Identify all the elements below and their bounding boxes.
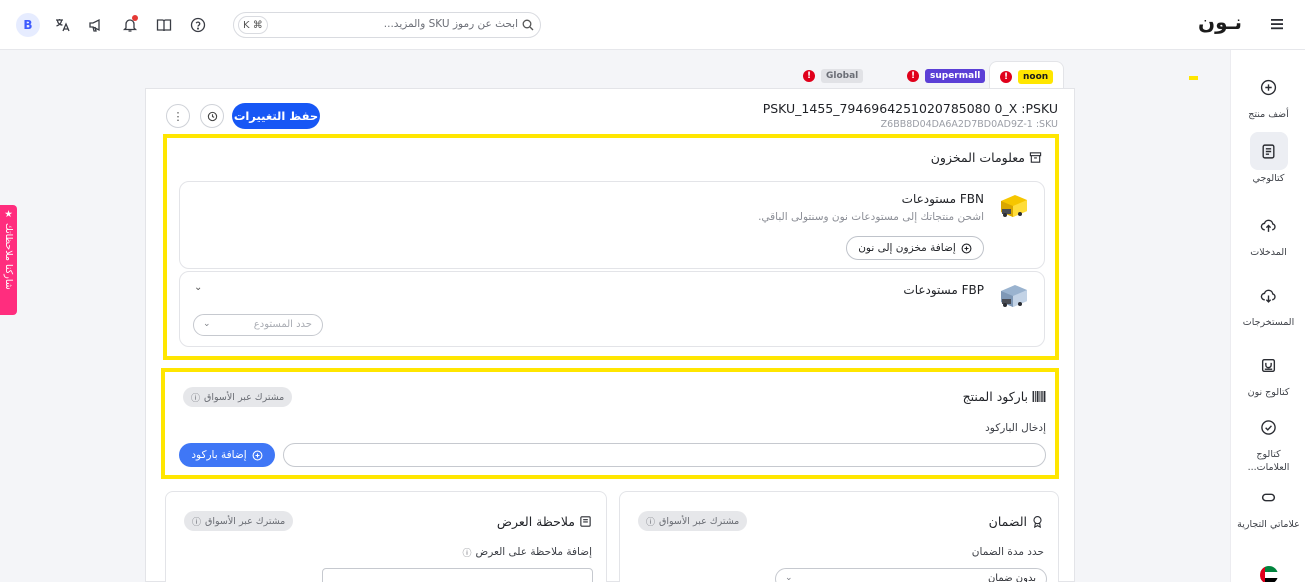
top-bar: B K ⌘ ابحث عن رموز SKU والمزيد... نـون xyxy=(0,0,1305,50)
uae-flag[interactable] xyxy=(1231,556,1305,582)
marketplace-tabs: ! Global ! supermall ! noon xyxy=(145,52,1075,91)
search-placeholder: ابحث عن رموز SKU والمزيد... xyxy=(383,18,518,30)
sidebar-item-add-product[interactable]: أضف منتج xyxy=(1231,68,1305,121)
barcode-input-label: إدخال الباركود xyxy=(985,422,1046,434)
tag-icon xyxy=(1261,493,1276,501)
uae-flag-icon xyxy=(1259,566,1278,582)
add-barcode-button[interactable]: إضافة باركود xyxy=(179,443,275,467)
chevron-down-icon: ⌄ xyxy=(785,573,793,582)
info-icon: ⓘ xyxy=(191,393,201,404)
fbn-truck-icon xyxy=(1001,195,1027,217)
chevron-down-icon[interactable]: ⌄ xyxy=(194,282,202,293)
warranty-select[interactable]: بدون ضمان ⌄ xyxy=(775,568,1047,582)
offer-note-title: ملاحظة العرض xyxy=(497,514,592,529)
noon-logo[interactable]: نـون xyxy=(1198,10,1242,34)
sidebar-item-label: أضف منتج xyxy=(1248,109,1289,120)
sidebar: أضف منتج كتالوجي المدخلات المستخرجات كتا… xyxy=(1230,50,1305,582)
feedback-tab[interactable]: ★ شاركنا ملاحظاتك xyxy=(0,205,17,315)
notification-dot xyxy=(132,15,138,21)
warranty-title: الضمان xyxy=(989,514,1044,529)
supermall-badge: supermall xyxy=(925,69,986,83)
megaphone-icon[interactable] xyxy=(85,14,107,36)
history-button[interactable] xyxy=(200,104,224,128)
warranty-card: الضمان مشترك عبر الأسواق ⓘ حدد مدة الضما… xyxy=(619,491,1059,582)
cloud-upload-icon xyxy=(1260,219,1276,232)
sidebar-item-downloads[interactable]: المستخرجات xyxy=(1231,276,1305,329)
catalog-icon xyxy=(1262,143,1275,159)
global-badge: Global xyxy=(821,69,864,83)
help-icon[interactable] xyxy=(187,14,209,36)
fbn-title: مستودعات FBN xyxy=(901,192,984,206)
barcode-title: باركود المنتج xyxy=(963,389,1046,404)
search-shortcut: K ⌘ xyxy=(238,16,268,34)
sidebar-item-label: كتالوج العلامات... xyxy=(1247,449,1290,473)
bell-icon[interactable] xyxy=(119,14,141,36)
product-card: PSKU_1455_7946964251020785080 0_X :PSKU … xyxy=(145,88,1075,582)
psku-label: PSKU_1455_7946964251020785080 0_X :PSKU xyxy=(762,101,1058,116)
feedback-label: ★ شاركنا ملاحظاتك xyxy=(3,209,14,290)
shared-across-markets-chip: مشترك عبر الأسواق ⓘ xyxy=(638,511,748,531)
cloud-download-icon xyxy=(1260,289,1276,303)
shared-across-markets-chip: مشترك عبر الأسواق ⓘ xyxy=(183,387,293,407)
tab-supermall[interactable]: ! supermall xyxy=(907,61,986,91)
yellow-indicator xyxy=(1189,76,1198,80)
add-circle-icon xyxy=(252,450,263,460)
offer-note-label: إضافة ملاحظة على العرض ⓘ xyxy=(462,546,593,559)
alert-icon: ! xyxy=(907,70,919,82)
save-changes-button[interactable]: حفظ التغييرات xyxy=(232,103,320,129)
offer-note-input[interactable] xyxy=(322,568,593,582)
alert-icon: ! xyxy=(1000,70,1012,83)
chevron-down-icon: ⌄ xyxy=(203,319,211,329)
warranty-duration-label: حدد مدة الضمان xyxy=(971,546,1044,558)
info-icon: ⓘ xyxy=(462,549,472,559)
inventory-title: معلومات المخزون xyxy=(931,150,1042,165)
sidebar-item-label: كتالوج نون xyxy=(1247,387,1290,398)
warehouse-select[interactable]: حدد المستودع ⌄ xyxy=(193,314,323,336)
add-circle-icon xyxy=(961,243,972,253)
note-icon xyxy=(580,516,591,527)
check-circle-icon xyxy=(1261,419,1276,435)
sidebar-item-noon-catalog[interactable]: كتالوج نون xyxy=(1231,346,1305,399)
alert-icon: ! xyxy=(803,70,815,82)
add-circle-icon xyxy=(1260,79,1277,95)
fbn-description: اشحن منتجاتك إلى مستودعات نون وسنتولى ال… xyxy=(758,211,984,223)
translate-icon[interactable] xyxy=(51,14,73,36)
offer-note-card: ملاحظة العرض مشترك عبر الأسواق ⓘ إضافة م… xyxy=(165,491,607,582)
add-stock-button[interactable]: إضافة مخزون إلى نون xyxy=(846,236,984,260)
more-options-button[interactable]: ⋮ xyxy=(166,104,190,128)
info-icon: ⓘ xyxy=(192,517,202,528)
info-icon: ⓘ xyxy=(646,517,656,528)
fbp-truck-icon xyxy=(1001,285,1027,307)
archive-icon xyxy=(1029,152,1042,163)
user-avatar[interactable]: B xyxy=(16,13,40,37)
sidebar-item-uploads[interactable]: المدخلات xyxy=(1231,206,1305,259)
fbn-card: مستودعات FBN اشحن منتجاتك إلى مستودعات ن… xyxy=(179,181,1045,269)
search-bar[interactable]: K ⌘ ابحث عن رموز SKU والمزيد... xyxy=(233,12,541,38)
sidebar-item-label: كتالوجي xyxy=(1252,173,1285,184)
sidebar-item-my-catalog[interactable]: كتالوجي xyxy=(1231,132,1305,185)
sidebar-item-label: المدخلات xyxy=(1250,247,1287,258)
sidebar-item-brand-catalog[interactable]: كتالوج العلامات... xyxy=(1231,408,1305,474)
barcode-input[interactable] xyxy=(283,443,1046,467)
shared-across-markets-chip: مشترك عبر الأسواق ⓘ xyxy=(184,511,294,531)
book-icon[interactable] xyxy=(153,14,175,36)
sidebar-item-my-brands[interactable]: علاماتي التجارية xyxy=(1231,478,1305,540)
sidebar-item-label: علاماتي التجارية xyxy=(1237,519,1300,530)
tab-noon[interactable]: ! noon xyxy=(989,61,1065,91)
barcode-icon xyxy=(1032,391,1046,402)
sku-label: Z6BB8D04DA6A2D7BD0AD9Z-1 :SKU xyxy=(880,119,1058,130)
hamburger-menu-icon[interactable] xyxy=(1270,17,1286,31)
history-icon xyxy=(207,111,217,121)
award-icon xyxy=(1033,516,1042,528)
fbp-card: مستودعات FBP ⌄ حدد المستودع ⌄ xyxy=(179,271,1045,347)
noon-badge: noon xyxy=(1018,69,1054,84)
search-icon xyxy=(522,19,534,31)
noon-catalog-icon xyxy=(1261,358,1276,372)
sidebar-item-label: المستخرجات xyxy=(1242,317,1295,328)
fbp-title: مستودعات FBP xyxy=(903,283,984,297)
tab-global[interactable]: ! Global xyxy=(803,61,864,91)
